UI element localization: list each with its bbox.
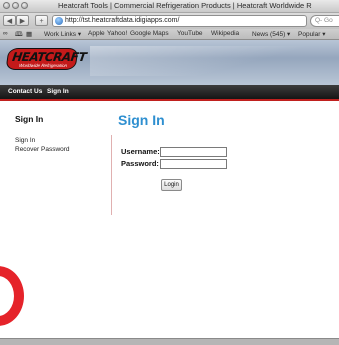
site-header: HEATCRAFT Worldwide Refrigeration — [0, 40, 339, 85]
zoom-window-button[interactable] — [21, 2, 28, 9]
browser-toolbar: ◀ ▶ + http://tst.heatcraftdata.idigiapps… — [0, 13, 339, 29]
bookmark-popular[interactable]: Popular ▾ — [298, 30, 325, 38]
nav-sign-in[interactable]: Sign In — [47, 88, 69, 95]
bookmark-apple[interactable]: Apple — [88, 30, 105, 37]
window-bottom-frame — [0, 338, 339, 345]
bookmark-yahoo[interactable]: Yahoo! — [107, 30, 127, 37]
close-window-button[interactable] — [3, 2, 10, 9]
login-button[interactable]: Login — [161, 179, 182, 191]
username-label: Username: — [121, 147, 160, 156]
nav-contact-us[interactable]: Contact Us — [8, 88, 42, 95]
forward-button[interactable]: ▶ — [16, 15, 29, 26]
title-bar: Heatcraft Tools | Commercial Refrigerati… — [0, 0, 339, 13]
plus-icon: + — [39, 18, 44, 25]
bookmarks-bar: ∞ 🕮 ▦ Work Links ▾ Apple Yahoo! Google M… — [0, 29, 339, 40]
top-sites-grid-icon[interactable]: ▦ — [26, 30, 32, 38]
sidebar-title: Sign In — [15, 114, 44, 124]
reading-list-icon[interactable]: ∞ — [3, 30, 8, 37]
forward-arrow-icon: ▶ — [19, 18, 26, 25]
password-field[interactable] — [160, 159, 227, 169]
back-arrow-icon: ◀ — [6, 18, 13, 25]
globe-icon — [55, 17, 63, 25]
url-text: http://tst.heatcraftdata.idigiapps.com/ — [65, 17, 180, 24]
minimize-window-button[interactable] — [12, 2, 19, 9]
bookmark-google-maps[interactable]: Google Maps — [130, 30, 169, 37]
password-label: Password: — [121, 159, 159, 168]
window-title: Heatcraft Tools | Commercial Refrigerati… — [58, 1, 312, 10]
bookmark-work-links[interactable]: Work Links ▾ — [44, 30, 81, 38]
header-decoration — [90, 46, 339, 76]
page-title: Sign In — [118, 112, 165, 128]
bookmark-youtube[interactable]: YouTube — [177, 30, 203, 37]
sidebar-item-sign-in[interactable]: Sign In — [15, 137, 35, 144]
heatcraft-logo[interactable]: HEATCRAFT Worldwide Refrigeration — [5, 48, 87, 70]
search-input[interactable]: Q- Go — [310, 15, 339, 27]
username-field[interactable] — [160, 147, 227, 157]
logo-tagline: Worldwide Refrigeration — [18, 63, 68, 68]
browser-window: Heatcraft Tools | Commercial Refrigerati… — [0, 0, 339, 345]
address-bar[interactable]: http://tst.heatcraftdata.idigiapps.com/ … — [52, 15, 307, 27]
logo-name: HEATCRAFT — [11, 50, 88, 64]
sidebar-item-recover-password[interactable]: Recover Password — [15, 146, 70, 153]
bookmark-wikipedia[interactable]: Wikipedia — [211, 30, 239, 37]
site-nav: Contact Us Sign In — [0, 85, 339, 101]
back-button[interactable]: ◀ — [3, 15, 16, 26]
bookmark-news[interactable]: News (545) ▾ — [252, 30, 290, 38]
web-page: HEATCRAFT Worldwide Refrigeration Contac… — [0, 40, 339, 340]
search-placeholder: Q- Go — [315, 17, 333, 24]
column-divider — [111, 135, 112, 215]
add-bookmark-button[interactable]: + — [35, 15, 48, 26]
